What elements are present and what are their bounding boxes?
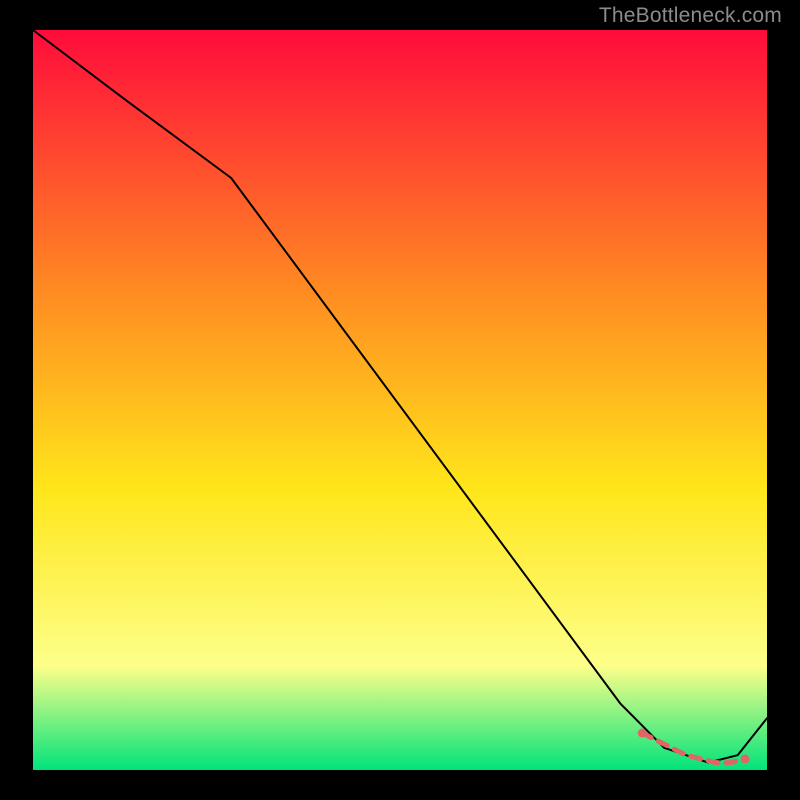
chart-stage: TheBottleneck.com	[0, 0, 800, 800]
bottleneck-chart	[0, 0, 800, 800]
optimal-range-marker	[740, 754, 749, 763]
plot-background	[33, 30, 767, 770]
watermark-text: TheBottleneck.com	[599, 4, 782, 28]
optimal-range-marker	[638, 729, 647, 738]
